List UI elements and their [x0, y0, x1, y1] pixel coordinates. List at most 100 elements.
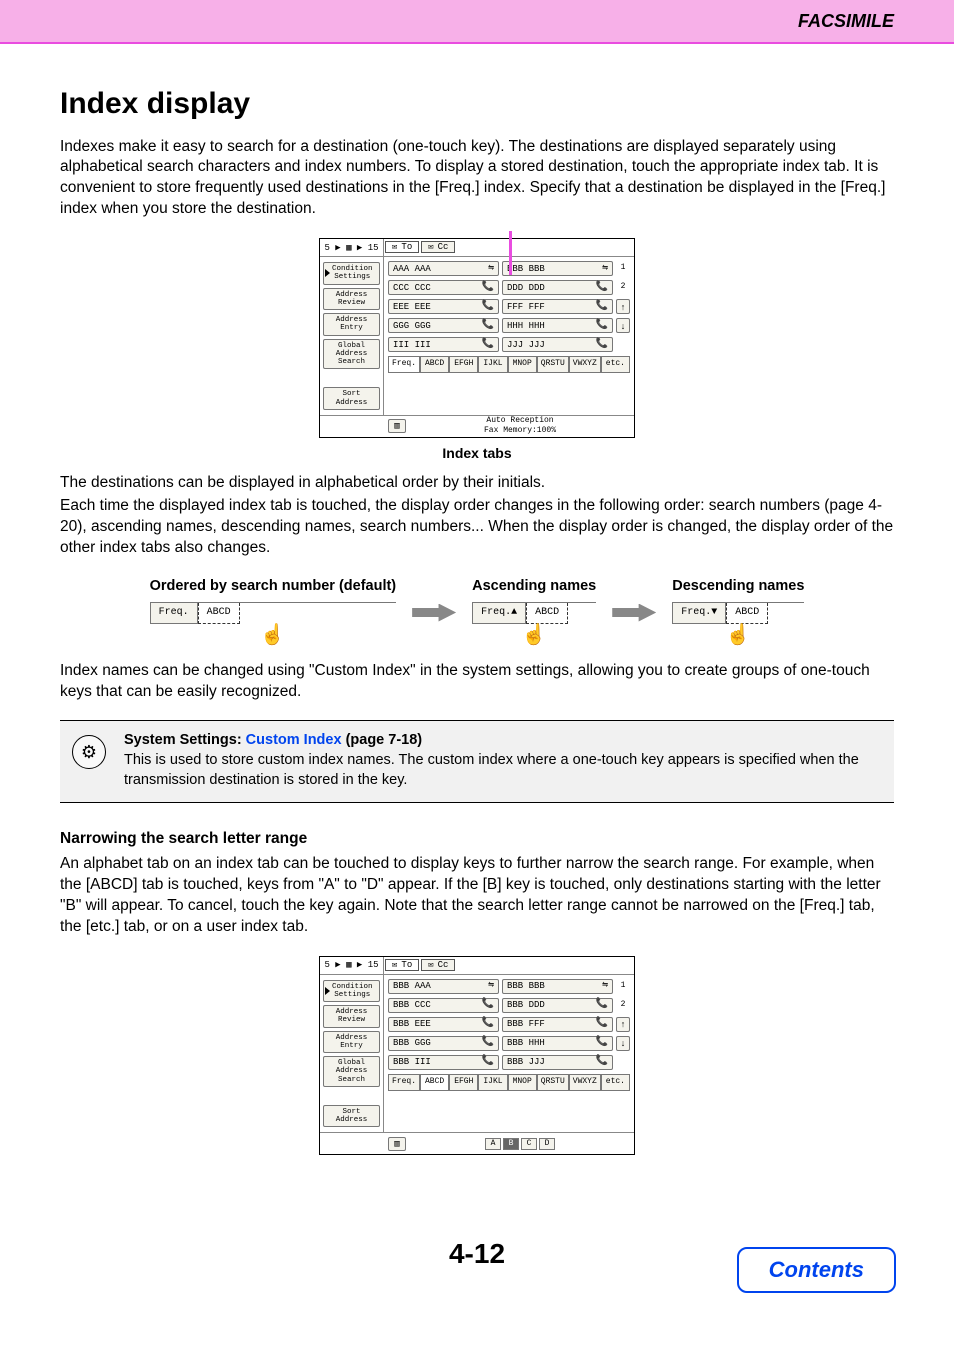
tab-cc[interactable]: ✉Cc — [421, 959, 455, 971]
index-tab-qrstu[interactable]: QRSTU — [537, 356, 569, 373]
scroll-down-button[interactable]: ↓ — [616, 318, 630, 333]
scroll-up-button[interactable]: ↑ — [616, 299, 630, 314]
sample-tab-freq: Freq. — [150, 603, 198, 624]
sample-tab-abcd[interactable]: ABCD — [198, 603, 240, 624]
index-tab-vwxyz[interactable]: VWXYZ — [569, 356, 601, 373]
address-key[interactable]: BBB DDD📞 — [502, 998, 613, 1013]
condition-settings-button[interactable]: ConditionSettings — [323, 262, 380, 285]
preview-button[interactable]: ▥ — [388, 1137, 406, 1151]
sub-letter-d[interactable]: D — [539, 1138, 555, 1150]
phone-icon: 📞 — [596, 319, 608, 333]
address-key[interactable]: GGG GGG📞 — [388, 318, 499, 333]
phone-icon: 📞 — [482, 998, 494, 1012]
sample-tab-abcd[interactable]: ABCD — [726, 603, 768, 624]
sub-letter-b[interactable]: B — [503, 1138, 519, 1150]
index-tab-abcd[interactable]: ABCD — [420, 356, 449, 373]
index-tab-abcd[interactable]: ABCD — [420, 1074, 449, 1091]
tab-cc[interactable]: ✉Cc — [421, 241, 455, 253]
address-key[interactable]: JJJ JJJ📞 — [502, 337, 613, 352]
sample-tab-freq: Freq.▼ — [672, 603, 726, 624]
index-screenshot-2: 5 ▶ ▦ ▶ 15 ✉To ✉Cc ConditionSettings Add… — [319, 956, 635, 1156]
custom-index-link[interactable]: Custom Index — [246, 732, 342, 748]
condition-settings-button[interactable]: ConditionSettings — [323, 980, 380, 1003]
index-tab-mnop[interactable]: MNOP — [508, 1074, 537, 1091]
tab-to[interactable]: ✉To — [385, 959, 419, 971]
page-counter: 5 ▶ ▦ ▶ 15 — [320, 239, 384, 256]
page-counter: 5 ▶ ▦ ▶ 15 — [320, 957, 384, 974]
index-tab-ijkl[interactable]: IJKL — [478, 356, 507, 373]
arrow-down-icon: ↓ — [621, 320, 626, 332]
address-key[interactable]: BBB AAA⇋ — [388, 979, 499, 994]
touch-hand-icon: ☝ — [150, 622, 397, 649]
address-key[interactable]: BBB GGG📞 — [388, 1036, 499, 1051]
contents-button[interactable]: Contents — [737, 1247, 896, 1293]
phone-icon: 📞 — [596, 1036, 608, 1050]
global-address-search-button[interactable]: GlobalAddress Search — [323, 339, 380, 370]
index-tab-freq[interactable]: Freq. — [388, 1074, 420, 1091]
address-key[interactable]: BBB III📞 — [388, 1055, 499, 1070]
address-key[interactable]: BBB FFF📞 — [502, 1017, 613, 1032]
address-entry-button[interactable]: Address Entry — [323, 1031, 380, 1054]
phone-icon: 📞 — [596, 281, 608, 295]
address-key[interactable]: BBB JJJ📞 — [502, 1055, 613, 1070]
phone-icon: 📞 — [482, 1055, 494, 1069]
sample-tab-abcd[interactable]: ABCD — [526, 603, 568, 624]
address-key[interactable]: DDD DDD📞 — [502, 280, 613, 295]
sort-desc-icon: ▼ — [711, 607, 717, 618]
sort-address-button[interactable]: Sort Address — [323, 1105, 380, 1128]
phone-icon: 📞 — [482, 281, 494, 295]
address-key[interactable]: BBB BBB⇋ — [502, 979, 613, 994]
info-title-pre: System Settings: — [124, 732, 246, 748]
phone-icon: 📞 — [596, 998, 608, 1012]
paragraph-3: Index names can be changed using "Custom… — [60, 661, 894, 703]
tab-to[interactable]: ✉To — [385, 241, 419, 253]
index-tab-etc[interactable]: etc. — [601, 1074, 630, 1091]
group-icon: ⇋ — [602, 979, 608, 993]
address-review-button[interactable]: Address Review — [323, 1005, 380, 1028]
index-tab-mnop[interactable]: MNOP — [508, 356, 537, 373]
sort-asc-icon: ▲ — [511, 607, 517, 618]
address-key[interactable]: BBB CCC📞 — [388, 998, 499, 1013]
scroll-down-button[interactable]: ↓ — [616, 1036, 630, 1051]
phone-icon: 📞 — [596, 1017, 608, 1031]
index-tab-freq[interactable]: Freq. — [388, 356, 420, 373]
section-title: FACSIMILE — [798, 11, 894, 32]
envelope-icon: ✉ — [392, 959, 397, 971]
touch-hand-icon: ☝ — [672, 622, 804, 649]
address-key[interactable]: BBB BBB⇋ — [502, 261, 613, 276]
address-key[interactable]: HHH HHH📞 — [502, 318, 613, 333]
address-key[interactable]: EEE EEE📞 — [388, 299, 499, 314]
address-key[interactable]: III III📞 — [388, 337, 499, 352]
sort-address-button[interactable]: Sort Address — [323, 387, 380, 410]
section-header: FACSIMILE — [0, 0, 954, 44]
index-tab-efgh[interactable]: EFGH — [449, 1074, 478, 1091]
page-number-2: 2 — [616, 1000, 630, 1011]
index-tab-etc[interactable]: etc. — [601, 356, 630, 373]
arrow-down-icon: ↓ — [621, 1037, 626, 1049]
address-key[interactable]: AAA AAA⇋ — [388, 261, 499, 276]
address-review-button[interactable]: Address Review — [323, 288, 380, 311]
address-entry-button[interactable]: Address Entry — [323, 313, 380, 336]
cc-icon: ✉ — [428, 241, 433, 253]
info-callout: ⚙ System Settings: Custom Index (page 7-… — [60, 720, 894, 803]
sub-letter-a[interactable]: A — [485, 1138, 501, 1150]
index-tab-vwxyz[interactable]: VWXYZ — [569, 1074, 601, 1091]
gear-icon: ⚙ — [72, 735, 106, 769]
touch-hand-icon: ☝ — [472, 622, 596, 649]
index-tab-ijkl[interactable]: IJKL — [478, 1074, 507, 1091]
index-screenshot-1: 5 ▶ ▦ ▶ 15 ✉To ✉Cc ConditionSettings Add… — [319, 238, 635, 438]
arrow-up-icon: ↑ — [621, 301, 626, 313]
col-head-default: Ordered by search number (default) — [150, 577, 397, 597]
address-key[interactable]: CCC CCC📞 — [388, 280, 499, 295]
col-head-asc: Ascending names — [472, 577, 596, 597]
sub-letter-c[interactable]: C — [521, 1138, 537, 1150]
address-key[interactable]: FFF FFF📞 — [502, 299, 613, 314]
scroll-up-button[interactable]: ↑ — [616, 1017, 630, 1032]
preview-button[interactable]: ▥ — [388, 419, 406, 433]
global-address-search-button[interactable]: GlobalAddress Search — [323, 1056, 380, 1087]
index-tab-efgh[interactable]: EFGH — [449, 356, 478, 373]
screenshot-caption: Index tabs — [60, 444, 894, 463]
address-key[interactable]: BBB EEE📞 — [388, 1017, 499, 1032]
index-tab-qrstu[interactable]: QRSTU — [537, 1074, 569, 1091]
address-key[interactable]: BBB HHH📞 — [502, 1036, 613, 1051]
